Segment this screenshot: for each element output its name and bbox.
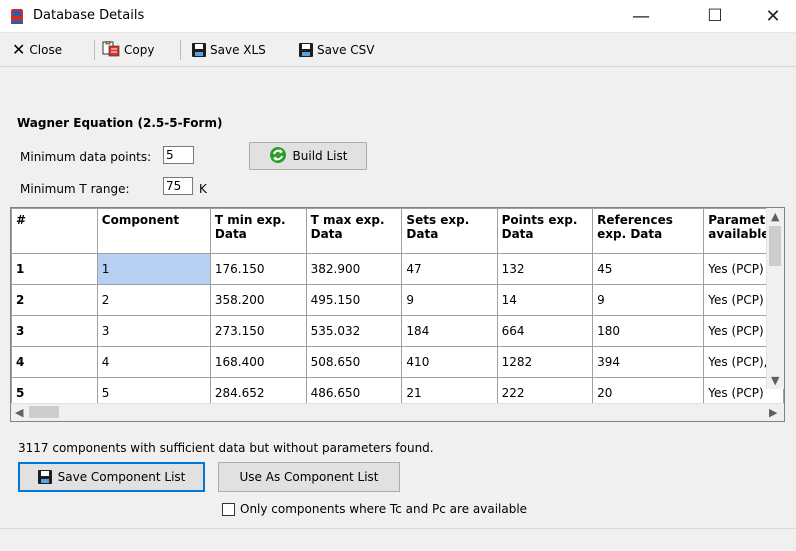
vertical-scroll-thumb[interactable] (769, 226, 781, 266)
only-tc-pc-label: Only components where Tc and Pc are avai… (240, 502, 528, 516)
row-number: 3 (11, 315, 98, 347)
toolbar-separator (94, 40, 95, 60)
cell-tmin[interactable]: 168.400 (209, 346, 307, 378)
scroll-down-icon[interactable]: ▼ (771, 374, 779, 387)
cell-tmax[interactable]: 535.032 (305, 315, 403, 347)
toolbar-divider (0, 66, 796, 67)
cell-sets[interactable]: 410 (401, 346, 498, 378)
column-header-tmax[interactable]: T max exp. Data (305, 208, 403, 254)
use-as-component-list-label: Use As Component List (239, 470, 379, 484)
status-text: 3117 components with sufficient data but… (18, 441, 434, 455)
cell-tmin[interactable]: 176.150 (209, 253, 307, 285)
cell-tmin[interactable]: 358.200 (209, 284, 307, 316)
row-number: 1 (11, 253, 98, 285)
save-xls-label: Save XLS (210, 43, 266, 57)
close-label: Close (29, 43, 63, 57)
scroll-left-icon[interactable]: ◀ (15, 406, 23, 419)
section-title: Wagner Equation (2.5-5-Form) (17, 116, 223, 130)
column-header-sets[interactable]: Sets exp. Data (401, 208, 498, 254)
cell-sets[interactable]: 47 (401, 253, 498, 285)
cell-tmax[interactable]: 382.900 (305, 253, 403, 285)
status-bar (0, 528, 796, 551)
min-t-range-input[interactable]: 75 (163, 177, 193, 195)
build-list-button[interactable]: Build List (249, 142, 367, 170)
cell-component[interactable]: 3 (96, 315, 211, 347)
build-list-label: Build List (292, 149, 348, 163)
scroll-up-icon[interactable]: ▲ (771, 210, 779, 223)
maximize-button[interactable]: ☐ (692, 0, 738, 32)
vertical-scrollbar[interactable]: ▲ ▼ (766, 208, 784, 389)
toolbar-separator (180, 40, 181, 60)
cell-tmax[interactable]: 508.650 (305, 346, 403, 378)
cell-points[interactable]: 132 (496, 253, 594, 285)
cell-points[interactable]: 14 (496, 284, 594, 316)
copy-label: Copy (124, 43, 155, 57)
use-as-component-list-button[interactable]: Use As Component List (218, 462, 400, 492)
column-header-tmin[interactable]: T min exp. Data (209, 208, 307, 254)
save-xls-button[interactable]: Save XLS (192, 41, 266, 59)
horizontal-scrollbar[interactable]: ◀ ▶ (11, 403, 784, 421)
cell-tmax[interactable]: 495.150 (305, 284, 403, 316)
database-icon (10, 7, 24, 25)
column-header-points[interactable]: Points exp. Data (496, 208, 594, 254)
table-row[interactable]: 2 2 358.200 495.150 9 14 9 Yes (PCP) (11, 284, 784, 316)
table-row[interactable]: 4 4 168.400 508.650 410 1282 394 Yes (PC… (11, 346, 784, 378)
cell-sets[interactable]: 184 (401, 315, 498, 347)
cell-tmin[interactable]: 273.150 (209, 315, 307, 347)
only-tc-pc-checkbox-row[interactable]: Only components where Tc and Pc are avai… (222, 502, 527, 516)
window-close-button[interactable]: ✕ (750, 0, 796, 32)
save-csv-label: Save CSV (317, 43, 375, 57)
cell-references[interactable]: 394 (592, 346, 705, 378)
row-number: 2 (11, 284, 98, 316)
x-icon: ✕ (12, 40, 26, 59)
min-t-range-unit: K (199, 182, 207, 196)
data-table: # Component T min exp. Data T max exp. D… (11, 208, 784, 409)
refresh-icon (269, 146, 287, 167)
minimize-button[interactable]: — (618, 0, 664, 32)
title-bar: Database Details — ☐ ✕ (0, 0, 796, 33)
column-header-number[interactable]: # (11, 208, 98, 254)
floppy-disk-icon (299, 43, 313, 57)
floppy-disk-icon (192, 43, 206, 57)
floppy-disk-icon (37, 470, 52, 484)
cell-points[interactable]: 664 (496, 315, 594, 347)
cell-points[interactable]: 1282 (496, 346, 594, 378)
scroll-right-icon[interactable]: ▶ (769, 406, 777, 419)
window-title: Database Details (33, 8, 145, 23)
save-component-list-button[interactable]: Save Component List (18, 462, 205, 492)
cell-sets[interactable]: 9 (401, 284, 498, 316)
horizontal-scroll-thumb[interactable] (29, 406, 59, 418)
cell-references[interactable]: 9 (592, 284, 705, 316)
cell-component[interactable]: 2 (96, 284, 211, 316)
copy-button[interactable]: Copy (102, 40, 155, 60)
save-component-list-label: Save Component List (57, 470, 186, 484)
cell-component[interactable]: 4 (96, 346, 211, 378)
save-csv-button[interactable]: Save CSV (299, 41, 374, 59)
min-t-range-label: Minimum T range: (20, 182, 130, 196)
row-number: 4 (11, 346, 98, 378)
table-header-row: # Component T min exp. Data T max exp. D… (11, 208, 784, 254)
cell-references[interactable]: 45 (592, 253, 705, 285)
column-header-component[interactable]: Component (96, 208, 211, 254)
min-data-points-label: Minimum data points: (20, 150, 152, 164)
min-data-points-input[interactable]: 5 (163, 146, 194, 164)
column-header-references[interactable]: References exp. Data (592, 208, 705, 254)
close-button[interactable]: ✕ Close (12, 41, 62, 59)
only-tc-pc-checkbox[interactable] (222, 502, 235, 516)
copy-icon (102, 40, 120, 60)
data-grid[interactable]: # Component T min exp. Data T max exp. D… (10, 207, 785, 422)
toolbar: ✕ Close Copy Save XLS Save CSV (0, 33, 796, 67)
table-row[interactable]: 1 1 176.150 382.900 47 132 45 Yes (PCP) (11, 253, 784, 285)
table-row[interactable]: 3 3 273.150 535.032 184 664 180 Yes (PCP… (11, 315, 784, 347)
cell-references[interactable]: 180 (592, 315, 705, 347)
cell-component[interactable]: 1 (96, 253, 211, 285)
